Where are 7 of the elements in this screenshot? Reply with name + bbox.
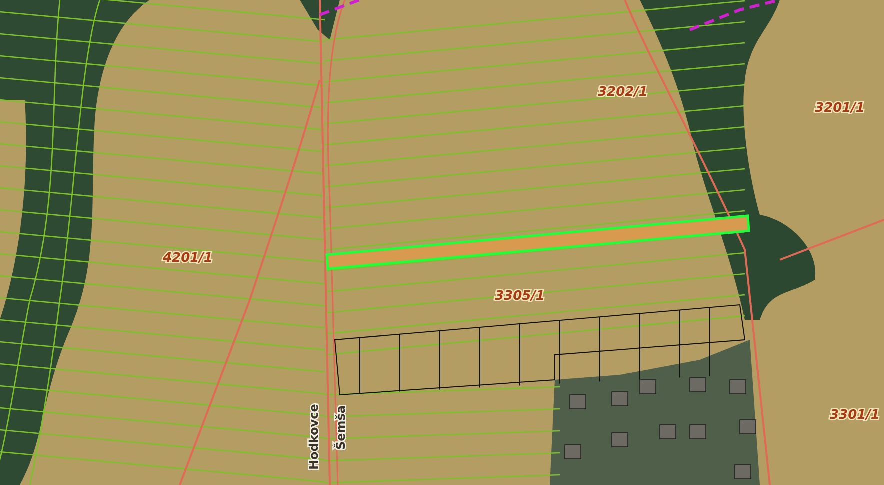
parcel-number: 3201/1: [815, 101, 865, 116]
parcel-number: 3305/1: [495, 289, 545, 304]
parcel-number: 3301/1: [830, 408, 880, 423]
parcel-number: 4201/1: [163, 251, 213, 266]
road-name: Šemša: [334, 405, 348, 450]
road-name: Hodkovce: [307, 404, 321, 470]
parcel-number: 3202/1: [598, 85, 648, 100]
